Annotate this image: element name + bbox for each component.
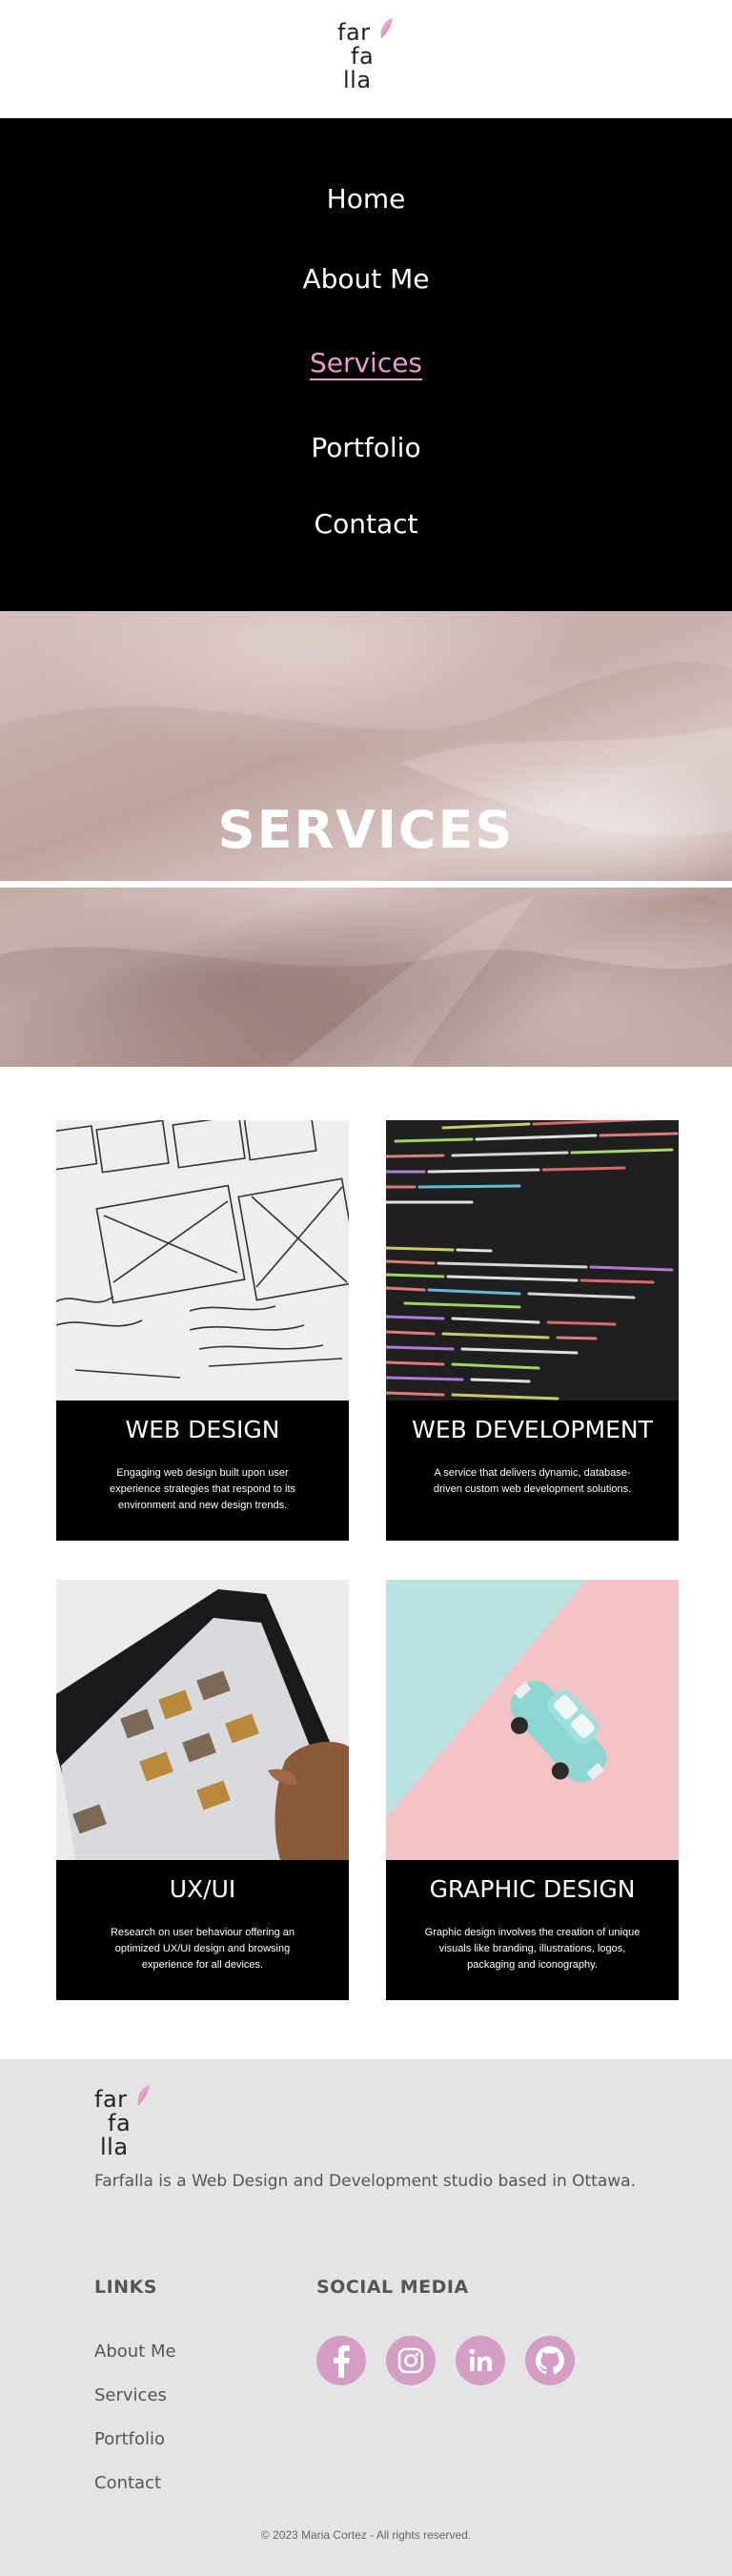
nav-item-home[interactable]: Home bbox=[0, 183, 732, 215]
nav-item-contact[interactable]: Contact bbox=[0, 508, 732, 540]
service-description: A service that delivers dynamic, databas… bbox=[433, 1467, 632, 1495]
nav-item-label: About Me bbox=[302, 263, 430, 295]
code-editor-image bbox=[386, 1120, 679, 1400]
logo-line-1: far bbox=[337, 19, 371, 46]
logo-line-3: lla bbox=[100, 2134, 129, 2160]
logo[interactable]: far fa lla bbox=[337, 18, 395, 93]
nav-item-label: Contact bbox=[314, 508, 418, 540]
footer-link-portfolio[interactable]: Portfolio bbox=[94, 2429, 165, 2449]
footer-link-services[interactable]: Services bbox=[94, 2385, 167, 2405]
footer-link-contact[interactable]: Contact bbox=[94, 2473, 161, 2493]
site-footer: far fa lla Farfalla is a Web Design and … bbox=[0, 2059, 732, 2576]
hero-banner: SERVICES bbox=[0, 611, 732, 1067]
github-icon[interactable] bbox=[525, 2336, 575, 2385]
service-card-ux-ui: UX/UI Research on user behaviour offerin… bbox=[56, 1580, 349, 2000]
nav-item-label: Portfolio bbox=[311, 432, 421, 463]
logo-line-3: lla bbox=[343, 67, 372, 93]
logo-line-1: far bbox=[94, 2086, 128, 2113]
facebook-icon[interactable] bbox=[316, 2336, 366, 2385]
social-media-heading: SOCIAL MEDIA bbox=[316, 2277, 469, 2298]
service-title: WEB DESIGN bbox=[125, 1416, 280, 1443]
footer-logo[interactable]: far fa lla bbox=[94, 2085, 152, 2160]
footer-about-text: Farfalla is a Web Design and Development… bbox=[94, 2172, 636, 2191]
service-title: GRAPHIC DESIGN bbox=[429, 1875, 636, 1903]
main-nav: Home About Me Services Portfolio Contact bbox=[0, 118, 732, 611]
links-heading: LINKS bbox=[94, 2277, 157, 2298]
service-title: WEB DEVELOPMENT bbox=[412, 1416, 653, 1443]
nav-item-portfolio[interactable]: Portfolio bbox=[0, 432, 732, 463]
toy-car-image bbox=[386, 1580, 679, 1860]
logo-line-2: fa bbox=[108, 2110, 132, 2136]
nav-item-about-me[interactable]: About Me bbox=[0, 263, 732, 295]
site-header: far fa lla bbox=[0, 0, 732, 118]
wireframe-sketch-image bbox=[56, 1120, 349, 1400]
nav-item-label: Services bbox=[309, 347, 423, 380]
tablet-image bbox=[56, 1580, 349, 1860]
linkedin-icon[interactable] bbox=[456, 2336, 505, 2385]
service-card-web-development: WEB DEVELOPMENT A service that delivers … bbox=[386, 1120, 679, 1541]
copyright-text: © 2023 Maria Cortez - All rights reserve… bbox=[260, 2528, 472, 2542]
service-card-graphic-design: GRAPHIC DESIGN Graphic design involves t… bbox=[386, 1580, 679, 2000]
service-title: UX/UI bbox=[169, 1875, 236, 1903]
logo-line-2: fa bbox=[351, 43, 375, 70]
service-description: Graphic design involves the creation of … bbox=[424, 1927, 640, 1971]
service-description: Engaging web design built upon user expe… bbox=[109, 1467, 296, 1511]
butterfly-wing-icon bbox=[380, 18, 393, 39]
hero-divider bbox=[0, 881, 732, 888]
nav-item-services[interactable]: Services bbox=[0, 347, 732, 380]
service-description: Research on user behaviour offering an o… bbox=[110, 1927, 295, 1971]
nav-item-label: Home bbox=[326, 183, 406, 215]
page-title: SERVICES bbox=[217, 800, 515, 860]
butterfly-wing-icon bbox=[137, 2085, 150, 2106]
footer-link-about-me[interactable]: About Me bbox=[94, 2341, 176, 2361]
instagram-icon[interactable] bbox=[386, 2336, 436, 2385]
service-card-web-design: WEB DESIGN Engaging web design built upo… bbox=[56, 1120, 349, 1541]
